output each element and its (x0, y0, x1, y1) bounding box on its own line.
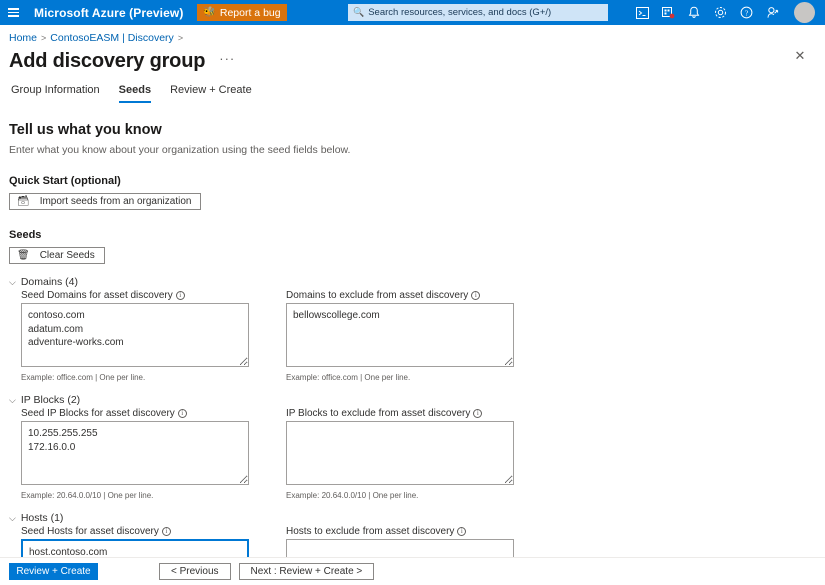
seed-ip-blocks-label: Seed IP Blocks for asset discovery i (21, 408, 261, 419)
cloud-shell-icon[interactable] (635, 6, 649, 20)
search-input[interactable] (368, 7, 603, 18)
import-seeds-label: Import seeds from an organization (40, 196, 192, 207)
main-content: Tell us what you know Enter what you kno… (0, 122, 825, 585)
info-icon[interactable]: i (176, 291, 185, 300)
search-icon: 🔍 (353, 7, 364, 18)
user-avatar[interactable] (794, 2, 815, 23)
tab-seeds[interactable]: Seeds (119, 84, 151, 103)
import-seeds-button[interactable]: 🗃 Import seeds from an organization (9, 193, 201, 210)
clear-seeds-button[interactable]: 🗑 Clear Seeds (9, 247, 105, 264)
bug-icon: 🐝 (203, 8, 215, 18)
settings-gear-icon[interactable] (713, 6, 727, 20)
top-bar-icon-group: ? (635, 0, 779, 25)
quick-start-heading: Quick Start (optional) (9, 175, 825, 187)
tab-bar: Group Information Seeds Review + Create (0, 73, 825, 103)
exclude-domains-textarea[interactable] (286, 303, 514, 367)
exclude-domains-hint: Example: office.com | One per line. (286, 373, 526, 382)
next-review-create-button[interactable]: Next : Review + Create > (239, 563, 375, 580)
close-blade-button[interactable]: ✕ (791, 47, 809, 65)
seed-domains-label-text: Seed Domains for asset discovery (21, 290, 173, 301)
previous-button[interactable]: < Previous (159, 563, 231, 580)
breadcrumb-item-discovery[interactable]: ContosoEASM | Discovery (50, 32, 174, 44)
notifications-icon[interactable] (687, 6, 701, 20)
seed-ip-blocks-hint: Example: 20.64.0.0/10 | One per line. (21, 491, 261, 500)
page-title: Add discovery group (9, 50, 205, 73)
exclude-ip-blocks-hint: Example: 20.64.0.0/10 | One per line. (286, 491, 526, 500)
hamburger-icon[interactable] (0, 0, 26, 25)
seed-hosts-label-text: Seed Hosts for asset discovery (21, 526, 159, 537)
global-search-box[interactable]: 🔍 (348, 4, 608, 21)
section-subtitle: Enter what you know about your organizat… (9, 144, 825, 156)
more-actions-button[interactable]: ··· (219, 51, 235, 66)
section-ip-blocks: ⌵ IP Blocks (2) Seed IP Blocks for asset… (9, 394, 825, 500)
exclude-domains-label: Domains to exclude from asset discovery … (286, 290, 526, 301)
breadcrumb: Home > ContosoEASM | Discovery > (0, 25, 825, 44)
svg-text:?: ? (744, 8, 748, 17)
chevron-down-icon: ⌵ (9, 396, 16, 405)
seeds-heading: Seeds (9, 229, 825, 241)
tab-review-create[interactable]: Review + Create (170, 84, 252, 103)
breadcrumb-separator: > (41, 33, 46, 43)
azure-brand-label[interactable]: Microsoft Azure (Preview) (34, 6, 183, 20)
review-create-button[interactable]: Review + Create (9, 563, 98, 580)
feedback-smiley-icon[interactable] (765, 6, 779, 20)
exclude-ip-blocks-label: IP Blocks to exclude from asset discover… (286, 408, 526, 419)
section-hosts-header[interactable]: ⌵ Hosts (1) (9, 512, 825, 524)
help-question-icon[interactable]: ? (739, 6, 753, 20)
report-a-bug-label: Report a bug (220, 7, 281, 19)
breadcrumb-separator-trailing: > (178, 33, 183, 43)
exclude-hosts-label: Hosts to exclude from asset discovery i (286, 526, 526, 537)
seed-domains-textarea[interactable] (21, 303, 249, 367)
report-a-bug-button[interactable]: 🐝 Report a bug (197, 4, 286, 21)
seed-domains-hint: Example: office.com | One per line. (21, 373, 261, 382)
info-icon[interactable]: i (473, 409, 482, 418)
import-organization-icon: 🗃 (17, 196, 30, 207)
exclude-ip-blocks-label-text: IP Blocks to exclude from asset discover… (286, 408, 470, 419)
clear-seeds-label: Clear Seeds (40, 250, 95, 261)
wizard-footer: Review + Create < Previous Next : Review… (0, 557, 825, 585)
info-icon[interactable]: i (162, 527, 171, 536)
section-heading: Tell us what you know (9, 122, 825, 138)
breadcrumb-item-home[interactable]: Home (9, 32, 37, 44)
exclude-hosts-label-text: Hosts to exclude from asset discovery (286, 526, 454, 537)
chevron-down-icon: ⌵ (9, 278, 16, 287)
tab-group-information[interactable]: Group Information (11, 84, 100, 103)
seed-hosts-label: Seed Hosts for asset discovery i (21, 526, 261, 537)
section-ip-blocks-header[interactable]: ⌵ IP Blocks (2) (9, 394, 825, 406)
section-domains-title: Domains (4) (21, 276, 78, 288)
info-icon[interactable]: i (457, 527, 466, 536)
exclude-domains-label-text: Domains to exclude from asset discovery (286, 290, 468, 301)
azure-top-bar: Microsoft Azure (Preview) 🐝 Report a bug… (0, 0, 825, 25)
trash-icon: 🗑 (17, 250, 30, 261)
exclude-ip-blocks-textarea[interactable] (286, 421, 514, 485)
section-ip-blocks-title: IP Blocks (2) (21, 394, 80, 406)
section-domains: ⌵ Domains (4) Seed Domains for asset dis… (9, 276, 825, 382)
page-title-row: Add discovery group ··· (0, 44, 825, 73)
section-hosts-title: Hosts (1) (21, 512, 64, 524)
info-icon[interactable]: i (471, 291, 480, 300)
chevron-down-icon: ⌵ (9, 514, 16, 523)
seed-ip-blocks-textarea[interactable] (21, 421, 249, 485)
directories-subscriptions-icon[interactable] (661, 6, 675, 20)
section-domains-header[interactable]: ⌵ Domains (4) (9, 276, 825, 288)
info-icon[interactable]: i (178, 409, 187, 418)
seed-domains-label: Seed Domains for asset discovery i (21, 290, 261, 301)
seed-ip-blocks-label-text: Seed IP Blocks for asset discovery (21, 408, 175, 419)
